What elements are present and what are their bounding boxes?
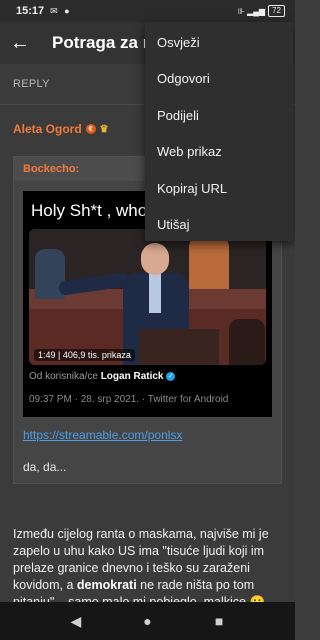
verified-icon: ✓ [166, 371, 176, 381]
tweet-from: Od korisnika/ce Logan Ratick ✓ [29, 371, 176, 382]
status-right: ⊪ ▂▄▆ 72 [238, 5, 285, 17]
video-person [229, 319, 265, 365]
post-body-bold: demokrati [76, 578, 137, 592]
video-stats: 1:49 | 406,9 tis. prikaza [34, 349, 135, 361]
video-speaker-shirt [149, 273, 161, 313]
nav-recents-icon[interactable]: ■ [204, 613, 234, 629]
tweet-from-user[interactable]: Logan Ratick [101, 371, 164, 382]
video-speaker-head [141, 243, 169, 275]
tweet-meta: 09:37 PM · 28. srp 2021. · Twitter for A… [29, 394, 229, 405]
post-body: Između cijelog ranta o maskama, najviše … [13, 526, 288, 611]
video-duration: 1:49 [38, 350, 56, 360]
quote-link[interactable]: https://streamable.com/ponlsx [23, 428, 182, 442]
menu-item-copy-url[interactable]: Kopiraj URL [145, 170, 293, 207]
post-author[interactable]: Aleta Ogord € ♛ [13, 122, 109, 136]
quote-text: da, da... [23, 460, 67, 474]
status-bar: 15:17 ✉ ● ⊪ ▂▄▆ 72 [0, 0, 295, 22]
nav-home-icon[interactable]: ● [132, 613, 162, 629]
nav-back-icon[interactable]: ◀ [61, 613, 91, 630]
signal-icon: ⊪ ▂▄▆ [237, 6, 266, 16]
back-arrow-icon[interactable]: ← [0, 32, 40, 55]
crown-badge-icon: ♛ [99, 123, 109, 135]
navigation-bar: ◀ ● ■ [0, 602, 295, 640]
app-screen: 15:17 ✉ ● ⊪ ▂▄▆ 72 ← Potraga za razgovor… [0, 0, 295, 640]
post-author-name: Aleta Ogord [13, 122, 82, 136]
notification-icons: ✉ ● [50, 5, 72, 16]
tweet-from-prefix: Od korisnika/ce [29, 371, 98, 382]
battery-icon: 72 [268, 5, 285, 17]
menu-item-refresh[interactable]: Osvježi [145, 24, 293, 61]
video-podium [139, 329, 219, 365]
video-person [189, 235, 229, 289]
status-time: 15:17 [16, 5, 45, 17]
menu-item-reply[interactable]: Odgovori [145, 61, 293, 98]
reply-button[interactable]: REPLY [13, 78, 50, 90]
rank-badge-icon: € [85, 124, 96, 134]
menu-item-mute[interactable]: Utišaj [145, 207, 293, 244]
video-views: 406,9 tis. prikaza [62, 350, 131, 360]
overflow-menu: Osvježi Odgovori Podijeli Web prikaz Kop… [145, 22, 293, 241]
menu-item-web-view[interactable]: Web prikaz [145, 134, 293, 171]
tweet-video[interactable]: 1:49 | 406,9 tis. prikaza [29, 229, 266, 365]
menu-item-share[interactable]: Podijeli [145, 97, 293, 134]
